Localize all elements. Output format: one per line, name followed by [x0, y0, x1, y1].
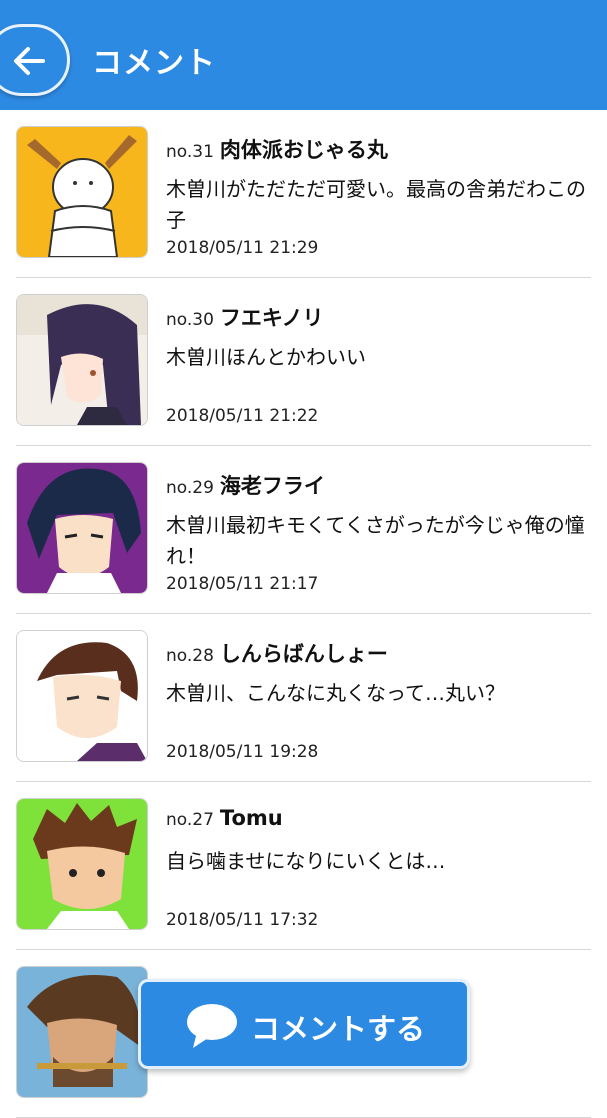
comment-username[interactable]: 肉体派おじゃる丸 [220, 138, 388, 162]
purple-hair-girl-avatar[interactable] [16, 294, 148, 426]
comment-meta: no.30 フエキノリ [166, 302, 323, 332]
comment-username[interactable]: フエキノリ [220, 306, 324, 330]
speech-bubble-icon [187, 1004, 237, 1048]
comment-date: 2018/05/11 21:17 [166, 574, 319, 594]
comment-text: 木曽川、こんなに丸くなって…丸い？ [166, 681, 505, 705]
comment-item: no.27 Tomu 自ら噛ませになりにいくとは… 2018/05/11 17:3… [16, 782, 591, 950]
comment-date: 2018/05/11 21:22 [166, 406, 319, 426]
post-comment-label: コメントする [251, 1012, 426, 1046]
comment-text: 木曽川最初キモくてくさがったが今じゃ俺の憧れ！ [166, 513, 585, 568]
comment-text: 木曽川がただただ可愛い。最高の舎弟だわこの子 [166, 177, 586, 232]
comment-list: no.31 肉体派おじゃる丸 木曽川がただただ可愛い。最高の舎弟だわこの子 201… [0, 110, 607, 1118]
comment-item: no.31 肉体派おじゃる丸 木曽川がただただ可愛い。最高の舎弟だわこの子 201… [16, 110, 591, 278]
comment-text: 自ら噛ませになりにいくとは… [166, 849, 446, 873]
comment-date: 2018/05/11 21:29 [166, 238, 319, 258]
page-title: コメント [92, 46, 216, 81]
back-button[interactable] [0, 24, 70, 96]
comment-date: 2018/05/11 17:32 [166, 910, 319, 930]
brown-hair-boy-avatar[interactable] [16, 630, 148, 762]
comment-date: 2018/05/11 19:28 [166, 742, 319, 762]
bearded-man-avatar[interactable] [16, 966, 148, 1098]
comment-meta: no.29 海老フライ [166, 470, 325, 500]
arrow-left-icon [14, 47, 45, 75]
comment-text: 木曽川ほんとかわいい [166, 345, 366, 369]
comment-meta: no.28 しんらばんしょー [166, 638, 388, 668]
horned-creature-avatar[interactable] [16, 126, 148, 258]
comment-number: no.27 [166, 810, 214, 830]
comment-number: no.29 [166, 478, 214, 498]
comment-meta: no.31 肉体派おじゃる丸 [166, 134, 388, 164]
comment-username[interactable]: 海老フライ [220, 474, 325, 498]
comment-username[interactable]: Tomu [220, 806, 283, 830]
comment-number: no.28 [166, 646, 214, 666]
app-header: コメント [0, 0, 607, 110]
spiky-hair-boy-avatar[interactable] [16, 798, 148, 930]
comment-meta: no.27 Tomu [166, 806, 283, 830]
post-comment-button[interactable]: コメントする [138, 979, 470, 1069]
comment-item: no.30 フエキノリ 木曽川ほんとかわいい 2018/05/11 21:22 [16, 278, 591, 446]
comment-item: no.29 海老フライ 木曽川最初キモくてくさがったが今じゃ俺の憧れ！ 2018/… [16, 446, 591, 614]
comment-username[interactable]: しんらばんしょー [220, 642, 388, 666]
comment-item: no.28 しんらばんしょー 木曽川、こんなに丸くなって…丸い？ 2018/05/… [16, 614, 591, 782]
comment-number: no.31 [166, 142, 214, 162]
comment-number: no.30 [166, 310, 214, 330]
dark-hair-boy-avatar[interactable] [16, 462, 148, 594]
